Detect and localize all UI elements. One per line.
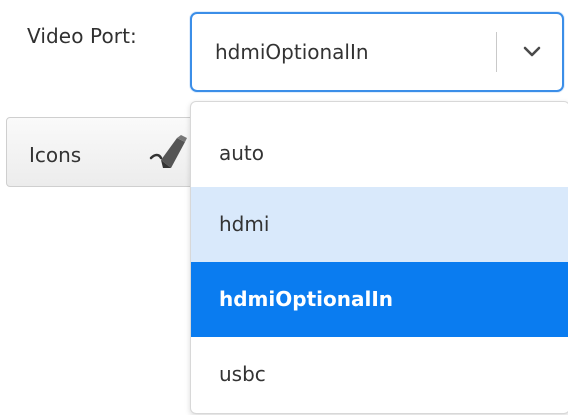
- icons-button[interactable]: Icons: [6, 117, 196, 187]
- video-port-form: Video Port: hdmiOptionalIn Icons auto hd…: [0, 0, 568, 415]
- option-usbc[interactable]: usbc: [191, 337, 568, 412]
- icons-button-label: Icons: [29, 143, 82, 167]
- video-port-dropdown: auto hdmi hdmiOptionalIn usbc: [190, 101, 568, 414]
- chevron-down-icon[interactable]: [520, 40, 544, 64]
- option-auto[interactable]: auto: [191, 116, 568, 191]
- option-hdmioptionalin[interactable]: hdmiOptionalIn: [191, 262, 568, 337]
- select-separator: [496, 32, 497, 72]
- video-port-select-value: hdmiOptionalIn: [215, 40, 369, 64]
- option-hdmi[interactable]: hdmi: [191, 187, 568, 262]
- pen-icon: [147, 132, 193, 174]
- video-port-select[interactable]: hdmiOptionalIn: [190, 12, 564, 92]
- video-port-label: Video Port:: [27, 24, 137, 48]
